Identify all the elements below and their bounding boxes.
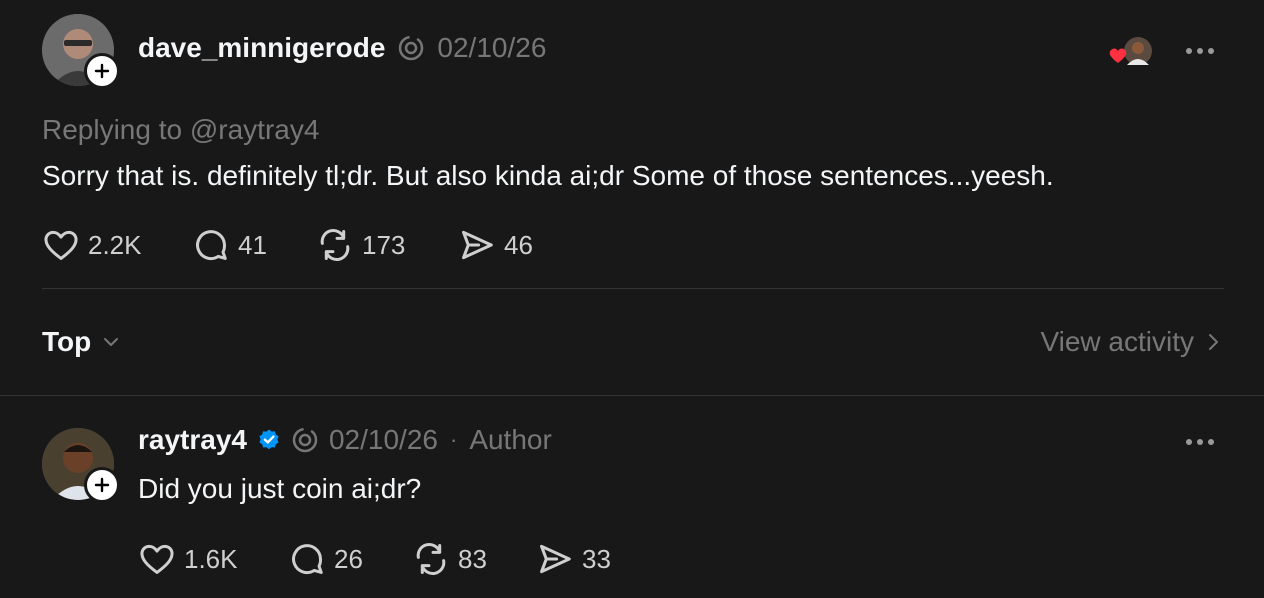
post-comment-button[interactable]: 41 bbox=[192, 226, 316, 264]
more-icon-dot bbox=[1208, 439, 1214, 445]
post-share-button[interactable]: 46 bbox=[458, 226, 533, 264]
more-icon-dot bbox=[1197, 439, 1203, 445]
post-date[interactable]: 02/10/26 bbox=[437, 32, 546, 64]
liked-avatar-icon bbox=[1109, 37, 1152, 65]
comment-icon bbox=[292, 544, 323, 574]
sort-dropdown[interactable]: Top bbox=[42, 326, 121, 358]
reply-repost-count: 83 bbox=[458, 543, 487, 574]
post-text: Sorry that is. definitely tl;dr. But als… bbox=[42, 160, 1054, 191]
view-activity-label: View activity bbox=[1040, 326, 1194, 357]
post-more-button[interactable] bbox=[1186, 48, 1214, 54]
follow-plus-button[interactable] bbox=[84, 53, 120, 89]
meta-separator: · bbox=[449, 427, 458, 452]
author-label: Author bbox=[469, 424, 552, 455]
post-repost-count: 173 bbox=[362, 229, 406, 260]
heart-icon bbox=[44, 230, 78, 260]
replying-to[interactable]: Replying to @raytray4 bbox=[42, 114, 319, 146]
threads-icon bbox=[292, 427, 318, 453]
share-icon bbox=[540, 544, 571, 574]
reply-username[interactable]: raytray4 bbox=[138, 424, 247, 456]
reply-like-button[interactable]: 1.6K bbox=[138, 540, 288, 578]
reply-comment-button[interactable]: 26 bbox=[288, 540, 412, 578]
reply-text: Did you just coin ai;dr? bbox=[138, 473, 422, 504]
sort-label: Top bbox=[42, 326, 92, 357]
heart-icon bbox=[140, 544, 174, 574]
post-like-count: 2.2K bbox=[88, 229, 142, 260]
post-like-button[interactable]: 2.2K bbox=[42, 226, 192, 264]
reply-repost-button[interactable]: 83 bbox=[412, 540, 536, 578]
post-divider bbox=[42, 288, 1224, 289]
more-icon bbox=[1186, 439, 1192, 445]
plus-icon bbox=[94, 477, 110, 493]
reply-follow-plus-button[interactable] bbox=[84, 467, 120, 503]
repost-icon bbox=[416, 543, 446, 575]
threads-icon bbox=[399, 35, 424, 61]
repost-icon bbox=[320, 229, 350, 261]
reply-share-button[interactable]: 33 bbox=[536, 540, 611, 578]
post-username[interactable]: dave_minnigerode bbox=[138, 32, 385, 64]
more-icon-dot bbox=[1208, 48, 1214, 54]
reply-more-button[interactable] bbox=[1186, 439, 1214, 445]
heart-icon bbox=[1109, 48, 1127, 63]
reply-comment-count: 26 bbox=[334, 543, 363, 574]
liked-by-indicator[interactable] bbox=[1106, 36, 1154, 68]
post-repost-button[interactable]: 173 bbox=[316, 226, 458, 264]
section-divider bbox=[0, 395, 1264, 396]
reply-like-count: 1.6K bbox=[184, 543, 238, 574]
post-header: dave_minnigerode 02/10/26 bbox=[138, 32, 546, 64]
more-icon-dot bbox=[1197, 48, 1203, 54]
reply-date[interactable]: 02/10/26 bbox=[329, 424, 438, 456]
share-icon bbox=[462, 230, 493, 260]
chevron-down-icon bbox=[104, 338, 119, 346]
more-icon bbox=[1186, 48, 1192, 54]
post-actions: 2.2K 41 173 46 bbox=[42, 226, 533, 264]
comment-icon bbox=[196, 230, 227, 260]
chevron-right-icon bbox=[1209, 334, 1218, 350]
verified-icon bbox=[259, 429, 279, 450]
reply-actions: 1.6K 26 83 33 bbox=[138, 540, 611, 578]
plus-icon bbox=[94, 63, 110, 79]
post-comment-count: 41 bbox=[238, 229, 267, 260]
reply-share-count: 33 bbox=[582, 543, 611, 574]
post-share-count: 46 bbox=[504, 229, 533, 260]
reply-header: raytray4 02/10/26 · Author bbox=[138, 424, 552, 456]
view-activity-link[interactable]: View activity bbox=[1040, 326, 1222, 358]
